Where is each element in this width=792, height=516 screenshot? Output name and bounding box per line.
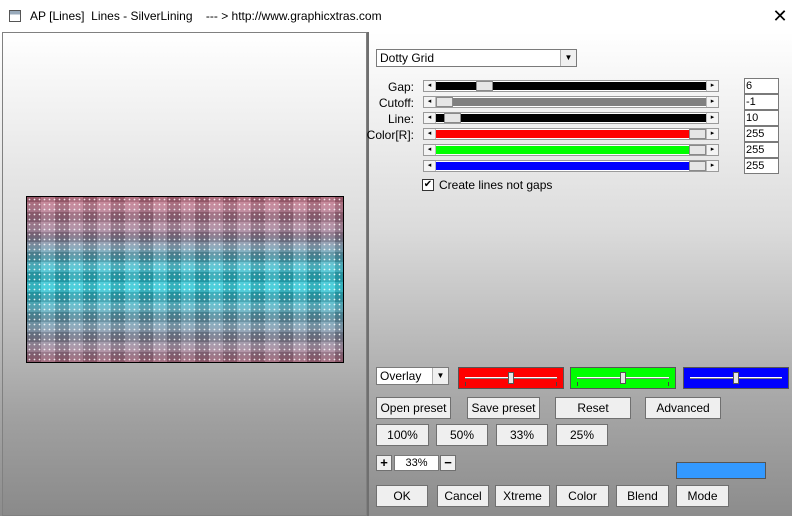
scroll-left-icon[interactable]: ◂ [424, 81, 436, 91]
color-button[interactable]: Color [556, 485, 609, 507]
zoom-level-field[interactable]: 33% [394, 455, 439, 471]
zoom-in-icon[interactable]: + [376, 455, 392, 471]
cancel-button[interactable]: Cancel [437, 485, 489, 507]
line-slider[interactable]: ◂ ▸ [423, 112, 719, 124]
line-value-field[interactable]: 10 [744, 110, 779, 126]
advanced-button[interactable]: Advanced [645, 397, 721, 419]
blue-value-field[interactable]: 255 [744, 158, 779, 174]
line-slider-fill [436, 114, 706, 122]
effect-dropdown[interactable]: Dotty Grid ▼ [376, 49, 577, 67]
green-blend-slider[interactable] [570, 367, 676, 389]
slider-tick [465, 382, 466, 386]
scroll-right-icon[interactable]: ▸ [706, 97, 718, 107]
line-label: Line: [387, 112, 414, 126]
blend-mode-value: Overlay [380, 369, 422, 383]
slider-tick [577, 382, 578, 386]
app-icon [9, 10, 21, 22]
color-r-label: Color[R]: [366, 128, 414, 142]
create-lines-label: Create lines not gaps [439, 178, 553, 192]
line-slider-thumb[interactable] [443, 113, 461, 123]
create-lines-checkbox[interactable]: ✔ [422, 179, 434, 191]
slider-tick [668, 382, 669, 386]
blend-button[interactable]: Blend [616, 485, 669, 507]
chevron-down-icon[interactable]: ▼ [432, 368, 448, 384]
cutoff-slider-thumb[interactable] [436, 97, 453, 107]
red-blend-thumb[interactable] [508, 372, 514, 384]
preview-image[interactable] [26, 196, 344, 363]
preview-area [2, 32, 367, 516]
scroll-right-icon[interactable]: ▸ [706, 129, 718, 139]
red-slider-thumb[interactable] [689, 129, 706, 139]
title-bar: AP [Lines] Lines - SilverLining --- > ht… [0, 0, 792, 32]
scroll-left-icon[interactable]: ◂ [424, 161, 436, 171]
green-slider-thumb[interactable] [689, 145, 706, 155]
scroll-right-icon[interactable]: ▸ [706, 145, 718, 155]
scroll-left-icon[interactable]: ◂ [424, 129, 436, 139]
effect-dropdown-value: Dotty Grid [380, 51, 435, 65]
zoom-33-button[interactable]: 33% [496, 424, 548, 446]
dialog-client: Dotty Grid ▼ Gap: ◂ ▸ 6 Cutoff: ◂ ▸ -1 L… [0, 32, 792, 516]
gap-slider[interactable]: ◂ ▸ [423, 80, 719, 92]
slider-tick [556, 382, 557, 386]
red-slider-fill [436, 130, 706, 138]
gap-slider-thumb[interactable] [476, 81, 494, 91]
scroll-left-icon[interactable]: ◂ [424, 113, 436, 123]
zoom-25-button[interactable]: 25% [556, 424, 608, 446]
open-preset-button[interactable]: Open preset [376, 397, 451, 419]
gap-value-field[interactable]: 6 [744, 78, 779, 94]
red-blend-slider[interactable] [458, 367, 564, 389]
green-slider-fill [436, 146, 706, 154]
window-title: AP [Lines] Lines - SilverLining --- > ht… [30, 9, 382, 23]
zoom-100-button[interactable]: 100% [376, 424, 429, 446]
chevron-down-icon[interactable]: ▼ [560, 50, 576, 66]
ok-button[interactable]: OK [376, 485, 428, 507]
blue-slider-thumb[interactable] [689, 161, 706, 171]
green-blend-thumb[interactable] [620, 372, 626, 384]
panel-divider [367, 32, 369, 516]
zoom-50-button[interactable]: 50% [436, 424, 488, 446]
blue-blend-thumb[interactable] [733, 372, 739, 384]
red-value-field[interactable]: 255 [744, 126, 779, 142]
blue-slider-fill [436, 162, 706, 170]
color-swatch[interactable] [676, 462, 766, 479]
scroll-left-icon[interactable]: ◂ [424, 97, 436, 107]
cutoff-value-field[interactable]: -1 [744, 94, 779, 110]
cutoff-label: Cutoff: [378, 96, 414, 110]
scroll-right-icon[interactable]: ▸ [706, 81, 718, 91]
blue-blend-slider[interactable] [683, 367, 789, 389]
zoom-out-icon[interactable]: − [440, 455, 456, 471]
green-slider[interactable]: ◂ ▸ [423, 144, 719, 156]
blend-mode-dropdown[interactable]: Overlay ▼ [376, 367, 449, 385]
red-slider[interactable]: ◂ ▸ [423, 128, 719, 140]
mode-button[interactable]: Mode [676, 485, 729, 507]
cutoff-slider-fill [436, 98, 706, 106]
scroll-right-icon[interactable]: ▸ [706, 113, 718, 123]
close-icon[interactable]: ✕ [767, 3, 792, 29]
gap-label: Gap: [387, 80, 414, 94]
green-value-field[interactable]: 255 [744, 142, 779, 158]
reset-button[interactable]: Reset [555, 397, 631, 419]
blue-slider[interactable]: ◂ ▸ [423, 160, 719, 172]
scroll-left-icon[interactable]: ◂ [424, 145, 436, 155]
scroll-right-icon[interactable]: ▸ [706, 161, 718, 171]
cutoff-slider[interactable]: ◂ ▸ [423, 96, 719, 108]
xtreme-button[interactable]: Xtreme [495, 485, 550, 507]
save-preset-button[interactable]: Save preset [467, 397, 540, 419]
